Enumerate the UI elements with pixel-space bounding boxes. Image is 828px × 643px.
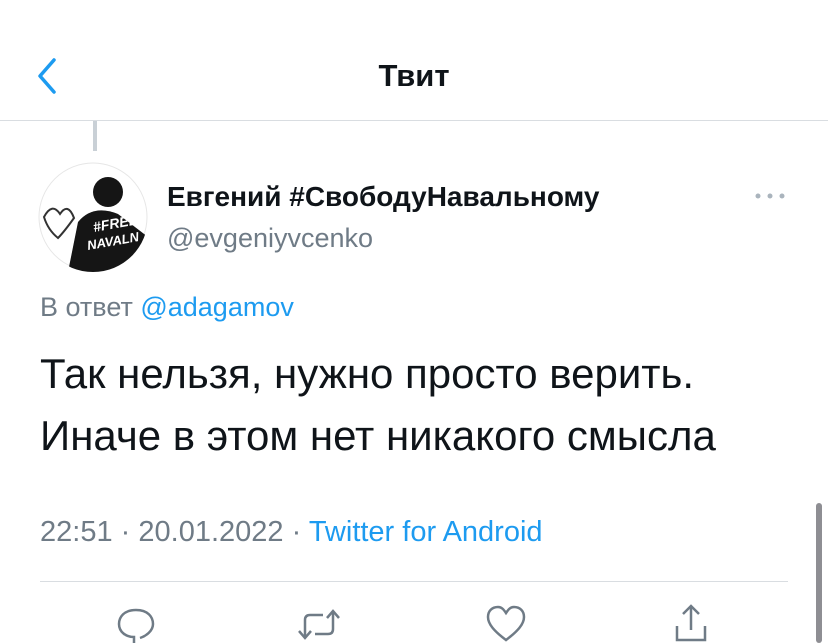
page-title: Твит [378,58,450,93]
tweet-text: Так нельзя, нужно просто верить. Иначе в… [40,343,800,467]
tweet-source-link[interactable]: Twitter for Android [309,516,543,548]
reply-to-link[interactable]: @adagamov [140,292,294,322]
reply-icon[interactable] [112,600,160,643]
avatar[interactable]: #FREE NAVALN [38,162,148,272]
like-icon[interactable] [482,600,530,643]
tweet-text-line: Так нельзя, нужно просто верить. [40,350,695,397]
author-handle[interactable]: @evgeniyvcenko [167,223,373,254]
tweet-text-line: Иначе в этом нет никакого смысла [40,412,716,459]
tweet-metadata: 22:51 · 20.01.2022 · Twitter for Android [40,516,543,549]
divider [40,581,788,582]
tweet-time: 22:51 [40,516,113,548]
tweet-date: 20.01.2022 [138,516,284,548]
author-display-name[interactable]: Евгений #СвободуНавальному [167,181,599,213]
more-options-icon[interactable] [752,186,788,206]
retweet-icon[interactable] [295,600,343,643]
share-icon[interactable] [667,600,715,643]
meta-separator: · [120,516,131,548]
reply-prefix: В ответ [40,292,133,322]
thread-connector [93,121,97,151]
meta-separator: · [291,516,302,548]
scrollbar[interactable] [816,503,822,643]
top-bar: Твит [0,0,828,121]
reply-context: В ответ @adagamov [40,292,294,323]
avatar-image: #FREE NAVALN [38,162,148,272]
